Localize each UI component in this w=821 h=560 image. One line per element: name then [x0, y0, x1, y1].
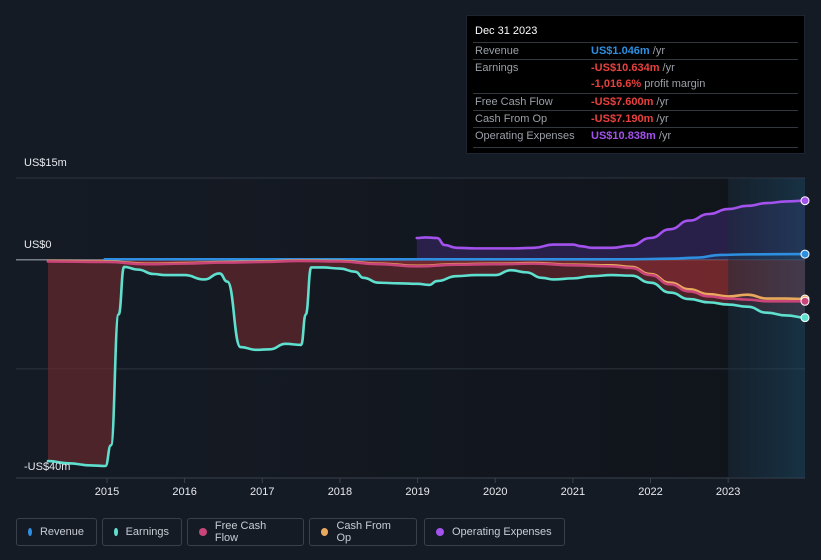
tooltip: Dec 31 2023 Revenue US$1.046m /yr Earnings…	[466, 15, 805, 154]
tooltip-value: US$10.838m /yr	[591, 130, 672, 142]
revenue-endpoint	[800, 249, 810, 259]
legend-item-free-cash-flow[interactable]: Free Cash Flow	[187, 518, 304, 546]
legend-dot-icon	[199, 528, 207, 536]
legend-label: Revenue	[39, 526, 84, 538]
x-tick-label: 2015	[95, 486, 119, 498]
x-axis: 2015 2016 2017 2018 2019 2020 2021 2022 2023	[95, 478, 740, 498]
tooltip-value: -US$7.600m /yr	[591, 96, 669, 108]
tooltip-row: Operating Expenses US$10.838m /yr	[473, 127, 798, 145]
x-tick-label: 2016	[172, 486, 196, 498]
operating-expenses-endpoint	[800, 196, 810, 206]
highlight-band	[728, 178, 805, 478]
tooltip-label: Earnings	[475, 62, 519, 74]
tooltip-unit: /yr	[653, 113, 669, 125]
tooltip-unit: /yr	[649, 45, 665, 57]
x-tick-label: 2018	[328, 486, 352, 498]
legend-item-operating-expenses[interactable]: Operating Expenses	[424, 518, 565, 546]
tooltip-row: Revenue US$1.046m /yr	[473, 42, 798, 60]
tooltip-date: Dec 31 2023	[475, 25, 538, 37]
tooltip-label: Revenue	[475, 45, 520, 57]
legend-dot-icon	[436, 528, 444, 536]
legend-item-cash-from-op[interactable]: Cash From Op	[309, 518, 417, 546]
tooltip-unit: /yr	[653, 96, 669, 108]
tooltip-label: Free Cash Flow	[475, 96, 553, 108]
free-cash-flow-endpoint	[800, 296, 810, 306]
legend-dot-icon	[28, 528, 32, 536]
y-tick-label: -US$40m	[24, 461, 70, 473]
legend-item-earnings[interactable]: Earnings	[102, 518, 182, 546]
tooltip-unit: /yr	[659, 62, 675, 74]
legend-label: Cash From Op	[336, 520, 391, 544]
y-tick-label: US$15m	[24, 157, 67, 169]
tooltip-unit: profit margin	[641, 78, 706, 90]
tooltip-label: Operating Expenses	[475, 130, 575, 142]
legend-dot-icon	[321, 528, 329, 536]
tooltip-value: -US$7.190m /yr	[591, 113, 669, 125]
tooltip-unit: /yr	[655, 130, 672, 142]
legend-label: Operating Expenses	[452, 526, 552, 538]
tooltip-row: Free Cash Flow -US$7.600m /yr	[473, 93, 798, 111]
legend-label: Free Cash Flow	[214, 520, 267, 544]
earnings-endpoint	[800, 313, 810, 323]
x-tick-label: 2023	[716, 486, 740, 498]
tooltip-value: US$1.046m /yr	[591, 45, 665, 57]
x-tick-label: 2020	[483, 486, 507, 498]
tooltip-value: -1,016.6% profit margin	[591, 78, 706, 90]
tooltip-divider	[473, 147, 798, 148]
tooltip-value: -US$10.634m /yr	[591, 62, 675, 74]
x-tick-label: 2021	[561, 486, 585, 498]
tooltip-row: Cash From Op -US$7.190m /yr	[473, 110, 798, 128]
legend-dot-icon	[114, 528, 118, 536]
tooltip-row: Earnings -US$10.634m /yr	[473, 59, 798, 77]
tooltip-row: -1,016.6% profit margin	[473, 76, 798, 93]
tooltip-label: Cash From Op	[475, 113, 548, 125]
y-tick-label: US$0	[24, 239, 52, 251]
legend-label: Earnings	[125, 526, 169, 538]
x-tick-label: 2019	[405, 486, 429, 498]
x-tick-label: 2017	[250, 486, 274, 498]
x-tick-label: 2022	[638, 486, 662, 498]
legend-item-revenue[interactable]: Revenue	[16, 518, 97, 546]
